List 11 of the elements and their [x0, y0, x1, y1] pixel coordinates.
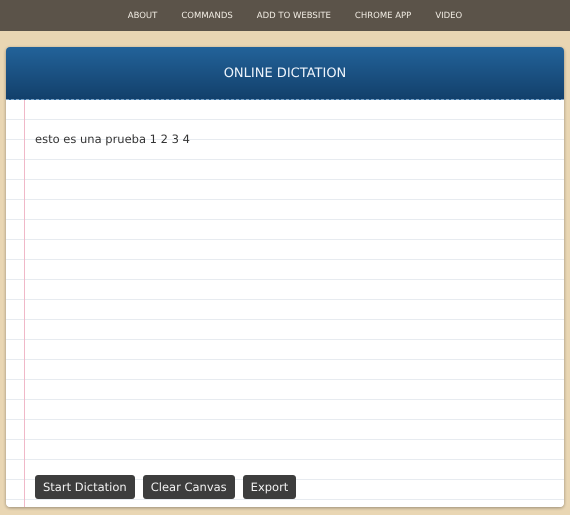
action-button[interactable]: Start Dictation: [35, 475, 135, 499]
nav-link[interactable]: VIDEO: [435, 10, 462, 20]
dictation-text: esto es una prueba 1 2 3 4: [35, 132, 191, 146]
paper-canvas[interactable]: esto es una prueba 1 2 3 4 Start Dictation Clear Canvas Export: [6, 100, 564, 507]
nav-link[interactable]: CHROME APP: [354, 10, 412, 20]
nav-link[interactable]: COMMANDS: [181, 10, 233, 20]
action-button[interactable]: Export: [242, 475, 296, 499]
nav-link[interactable]: ADD TO WEBSITE: [256, 10, 331, 20]
app-title: ONLINE DICTATION: [224, 66, 346, 80]
nav-link[interactable]: ABOUT: [128, 10, 158, 20]
action-button[interactable]: Clear Canvas: [142, 475, 235, 499]
